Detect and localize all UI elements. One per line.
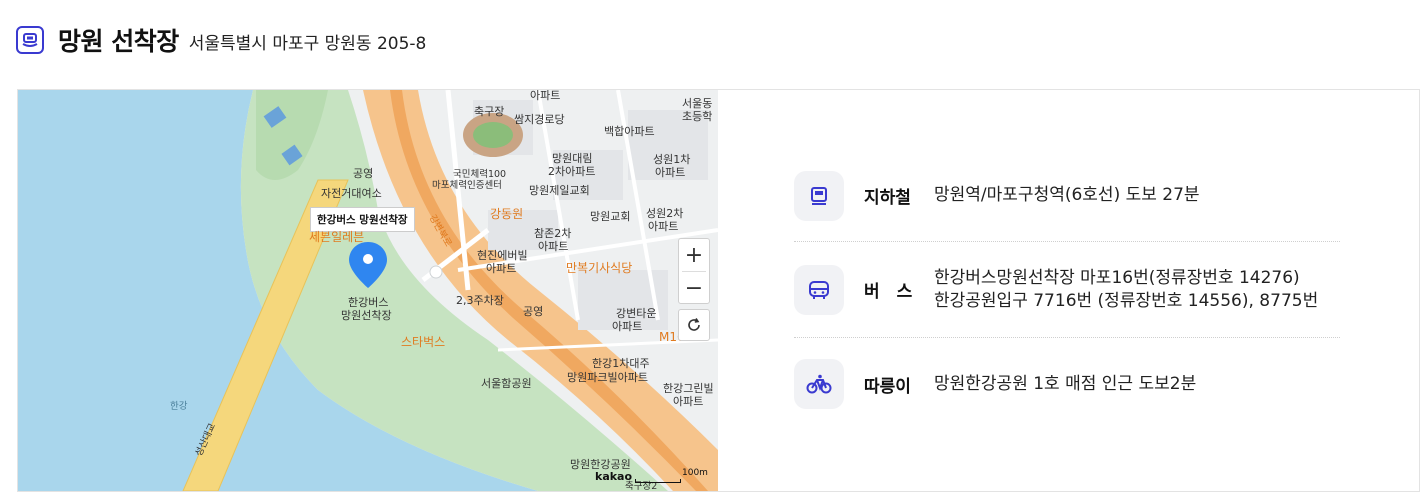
map-label: 만복기사식당 [566, 261, 633, 275]
map-label: 초등학 [682, 110, 713, 123]
map-label: 현진에버빌 [477, 249, 528, 262]
map-label: 공영 [523, 305, 544, 318]
bicycle-icon [794, 359, 844, 409]
ferry-icon [16, 26, 44, 54]
map-label: 망원대림 [552, 152, 593, 165]
map-label: 아파트 [486, 262, 517, 275]
page-header: 망원 선착장 서울특별시 마포구 망원동 205-8 [16, 22, 426, 58]
bus-icon [794, 264, 844, 315]
map-base-layer [18, 90, 718, 491]
map-label: 백합아파트 [604, 125, 655, 138]
transport-info: 지하철 망원역/마포구청역(6호선) 도보 27분 버 스 한강버스망원선착장 … [794, 150, 1340, 430]
transport-detail: 한강버스망원선착장 마포16번(정류장번호 14276) 한강공원입구 7716… [934, 267, 1318, 313]
map-label: 스타벅스 [401, 335, 446, 349]
map-pin-popup: 한강버스 망원선착장 [310, 207, 415, 232]
map-label: 한강 [170, 401, 188, 412]
map-label: 서울동 [682, 97, 713, 110]
transport-detail: 망원한강공원 1호 매점 인근 도보2분 [934, 373, 1196, 396]
subway-icon [794, 170, 844, 221]
transport-row-bus: 버 스 한강버스망원선착장 마포16번(정류장번호 14276) 한강공원입구 … [794, 242, 1340, 338]
map-label: 아파트 [538, 240, 569, 253]
map-label: 아파트 [648, 220, 679, 233]
map-label: 성원2차 [646, 207, 684, 220]
map-label: 축구장 [474, 105, 505, 118]
map-scale-label: 100m [682, 468, 708, 478]
zoom-out-button[interactable]: − [679, 272, 709, 304]
map-label: 2,3주차장 [456, 294, 504, 307]
map-label: 한강1차대주 [592, 357, 650, 370]
map-label: 마포체력인증센터 [432, 180, 502, 191]
page-title: 망원 선착장 [58, 27, 179, 56]
address-text: 서울특별시 마포구 망원동 205-8 [188, 34, 427, 54]
map-label: 아파트 [673, 395, 704, 408]
map-label: 세븐일레븐 [309, 230, 365, 244]
transport-label: 지하철 [864, 188, 911, 208]
refresh-button[interactable] [678, 309, 710, 341]
zoom-in-button[interactable]: + [679, 239, 709, 271]
transport-line: 한강공원입구 7716번 (정류장번호 14556), 8775번 [934, 290, 1319, 311]
map-label: 강변타운 [616, 307, 657, 320]
map-label: 아파트 [655, 166, 686, 179]
map-label: 망원선착장 [341, 309, 392, 322]
map-label: 아파트 [530, 90, 561, 102]
transport-label: 따릉이 [864, 376, 911, 397]
map-label: 강동원 [490, 207, 524, 221]
refresh-icon [688, 318, 700, 331]
map-label: 망원교회 [590, 210, 631, 223]
map-label: 공영 [353, 167, 374, 180]
transport-row-subway: 지하철 망원역/마포구청역(6호선) 도보 27분 [794, 150, 1340, 242]
zoom-controls: + − [678, 238, 710, 304]
map-label: 2차아파트 [548, 165, 596, 178]
transport-line: 망원한강공원 1호 매점 인근 도보2분 [934, 373, 1197, 394]
transport-label: 버 스 [864, 282, 913, 302]
map-label: 성원1차 [653, 153, 691, 166]
map-label: 서울함공원 [481, 377, 532, 390]
map-scale-bar [635, 479, 681, 483]
map-label: 국민체력100 [453, 169, 507, 180]
map-label: 자전거대여소 [321, 187, 382, 200]
map-label: 쌈지경로당 [514, 113, 565, 126]
map-label: 망원제일교회 [529, 184, 590, 197]
location-panel: 한강버스 망원선착장 아파트 축구장 쌈지경로당 백합아파트 서울동 초등학 공… [17, 89, 1420, 492]
transport-line: 망원역/마포구청역(6호선) 도보 27분 [934, 185, 1200, 206]
map-label: 아파트 [612, 320, 643, 333]
transport-detail: 망원역/마포구청역(6호선) 도보 27분 [934, 184, 1200, 207]
map-view[interactable]: 한강버스 망원선착장 아파트 축구장 쌈지경로당 백합아파트 서울동 초등학 공… [18, 90, 718, 491]
map-label: 한강그린빌 [663, 382, 714, 395]
map-attribution: kakao [595, 470, 633, 483]
map-label: 축구장2 [625, 481, 658, 491]
map-label: 망원파크빌아파트 [567, 371, 648, 384]
map-label: 참존2차 [534, 227, 572, 240]
transport-line: 한강버스망원선착장 마포16번(정류장번호 14276) [934, 267, 1300, 288]
map-label: 한강버스 [348, 296, 389, 309]
transport-row-bicycle: 따릉이 망원한강공원 1호 매점 인근 도보2분 [794, 338, 1340, 430]
